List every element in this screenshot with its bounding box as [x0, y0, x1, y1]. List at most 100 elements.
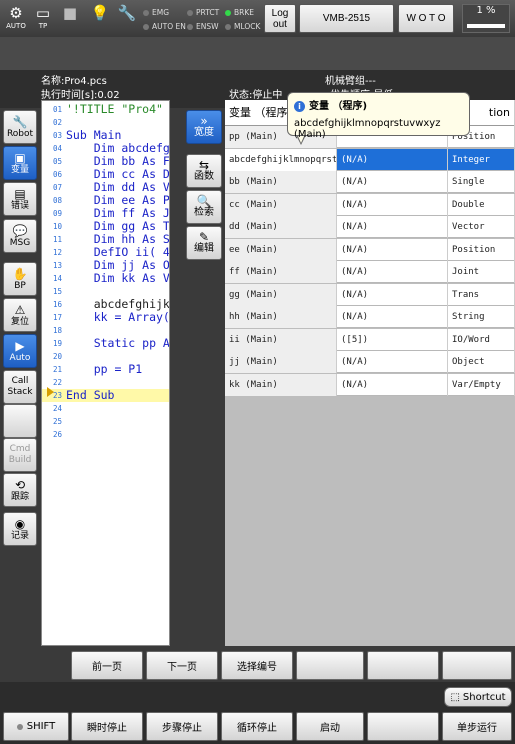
code-text: Dim cc As Do	[66, 167, 170, 181]
line-number: 17	[52, 313, 62, 322]
stop-icon: ■	[62, 4, 78, 22]
table-row[interactable]: hh (Main) (N/A) String	[225, 306, 515, 328]
cell-value: (N/A)	[337, 216, 448, 238]
code-text: Dim kk As Va	[66, 271, 170, 285]
blank-button-2[interactable]	[367, 651, 439, 680]
line-number: 26	[52, 430, 62, 439]
shortcut-button[interactable]: ⬚ Shortcut	[444, 687, 512, 707]
auto-icon: ▶	[15, 338, 25, 353]
logout-button[interactable]: Log out	[264, 4, 296, 33]
sidebar-auto-button[interactable]: ▶ Auto	[3, 334, 37, 368]
table-row[interactable]: dd (Main) (N/A) Vector	[225, 216, 515, 238]
sidebar-cmdbuild-button[interactable]: Cmd Build	[3, 438, 37, 472]
led-dot-icon	[143, 24, 149, 30]
code-line[interactable]: 24	[42, 402, 169, 415]
code-line[interactable]: 17 kk = Array(	[42, 311, 169, 324]
trace-icon: ⟲	[14, 477, 26, 492]
info-icon: i	[294, 101, 305, 112]
cell-name: cc (Main)	[225, 193, 337, 216]
cell-name: dd (Main)	[225, 216, 337, 238]
code-line[interactable]: 19 Static pp As	[42, 336, 170, 350]
sidebar-robot-button[interactable]: 🔧 Robot	[3, 110, 37, 144]
sidebar-bp-label: BP	[14, 280, 26, 291]
led-mlock: MLOCK	[225, 22, 260, 31]
hand-icon: ✋	[12, 266, 28, 281]
led-dot-icon	[143, 10, 149, 16]
cell-name: abcdefghijklmnopqrstuv	[225, 148, 337, 171]
code-line[interactable]: 01 '!TITLE "Pro4"	[42, 102, 169, 116]
code-line[interactable]: 26	[42, 428, 169, 441]
exec-time: 执行时间[s]:0.02	[41, 90, 120, 101]
tool-width-label: 宽度	[194, 127, 214, 138]
auto-mode-indicator: ⚙ AUTO	[3, 4, 29, 30]
table-row[interactable]: cc (Main) (N/A) Double	[225, 193, 515, 216]
single-step-button[interactable]: 单步运行	[442, 712, 512, 741]
led-dot-icon	[187, 24, 193, 30]
sidebar-reset-button[interactable]: ⚠ 复位	[3, 298, 37, 332]
line-number: 14	[52, 274, 62, 283]
robot-name-button[interactable]: VMB-2515	[299, 4, 394, 33]
code-line[interactable]: 23 End Sub	[42, 389, 169, 402]
line-number: 24	[52, 404, 62, 413]
sidebar-callstack-button[interactable]: Call Stack	[3, 370, 37, 404]
message-icon: 💬	[12, 223, 28, 238]
top-status-bar: ⚙ AUTO ▭ TP ■ 💡 🔧 EMG AUTO EN PRTCT ENSW…	[0, 0, 515, 37]
instant-stop-button[interactable]: 瞬时停止	[71, 712, 143, 741]
select-number-button[interactable]: 选择编号	[221, 651, 293, 680]
sidebar-variable-button[interactable]: ▣ 变量	[3, 146, 37, 180]
cycle-stop-button[interactable]: 循环停止	[221, 712, 293, 741]
start-button[interactable]: 启动	[296, 712, 364, 741]
blank-button-1[interactable]	[296, 651, 364, 680]
code-text: Static pp As	[66, 336, 170, 350]
table-row[interactable]: jj (Main) (N/A) Object	[225, 351, 515, 373]
blank-exec-button[interactable]	[367, 712, 439, 741]
code-line[interactable]: 21 pp = P1	[42, 363, 169, 376]
tool-function-label: 函数	[194, 171, 214, 182]
code-text: Dim jj As Ob	[66, 258, 170, 272]
sidebar-record-button[interactable]: ◉ 记录	[3, 512, 37, 546]
code-editor[interactable]: 01 '!TITLE "Pro4" 02 03 Sub Main 04 Dim abcde…	[41, 100, 170, 646]
sidebar-cmdbuild-label: Cmd Build	[8, 444, 32, 465]
code-text: '!TITLE "Pro4"	[66, 102, 163, 116]
table-row[interactable]: ff (Main) (N/A) Joint	[225, 261, 515, 283]
prev-page-button[interactable]: 前一页	[71, 651, 143, 680]
tooltip-body: abcdefghijklmnopqrstuvwxyz (Main)	[294, 118, 441, 140]
line-number: 05	[52, 157, 62, 166]
code-text: Dim ee As Po	[66, 193, 170, 207]
sidebar-trace-button[interactable]: ⟲ 跟踪	[3, 473, 37, 507]
table-row[interactable]: abcdefghijklmnopqrstuv (N/A) Integer	[225, 148, 515, 171]
tool-search-button[interactable]: 🔍 检索	[186, 190, 222, 224]
cell-value: (N/A)	[337, 351, 448, 373]
table-row[interactable]: kk (Main) (N/A) Var/Empty	[225, 373, 515, 396]
mode-button[interactable]: W O T O	[398, 4, 454, 33]
shift-button[interactable]: SHIFT	[3, 712, 69, 741]
sidebar-bp-button[interactable]: ✋ BP	[3, 262, 37, 296]
code-text: Dim gg As Tr	[66, 219, 170, 233]
cell-value: (N/A)	[337, 171, 448, 193]
led-dot-icon	[225, 10, 231, 16]
line-number: 09	[52, 209, 62, 218]
sidebar-msg-button[interactable]: 💬 MSG	[3, 219, 37, 253]
tool-edit-button[interactable]: ✎ 编辑	[186, 226, 222, 260]
tool-width-button[interactable]: » 宽度	[186, 110, 222, 144]
speed-indicator[interactable]: 1 %	[462, 4, 510, 33]
code-text: Dim dd As Ve	[66, 180, 170, 194]
table-row[interactable]: ee (Main) (N/A) Position	[225, 238, 515, 261]
teach-pendant-icon: ▭	[35, 4, 51, 22]
table-row[interactable]: bb (Main) (N/A) Single	[225, 171, 515, 193]
sidebar-error-button[interactable]: ▤ 错误	[3, 182, 37, 216]
code-line[interactable]: 25	[42, 415, 169, 428]
execution-bar: ⬚ Shortcut SHIFT 瞬时停止 步骤停止 循环停止 启动 单步运行	[0, 682, 515, 744]
tooltip-title: 变量 （程序)	[309, 101, 368, 112]
line-number: 08	[52, 196, 62, 205]
toolbar-band	[0, 37, 515, 70]
code-line[interactable]: 14 Dim kk As Va	[42, 271, 170, 285]
table-row[interactable]: gg (Main) (N/A) Trans	[225, 283, 515, 306]
sidebar-blank-button[interactable]	[3, 404, 37, 438]
line-number: 22	[52, 378, 62, 387]
step-stop-button[interactable]: 步骤停止	[146, 712, 218, 741]
next-page-button[interactable]: 下一页	[146, 651, 218, 680]
blank-button-3[interactable]	[442, 651, 512, 680]
table-row[interactable]: ii (Main) ([5]) IO/Word	[225, 328, 515, 351]
tool-function-button[interactable]: ⇆ 函数	[186, 154, 222, 188]
